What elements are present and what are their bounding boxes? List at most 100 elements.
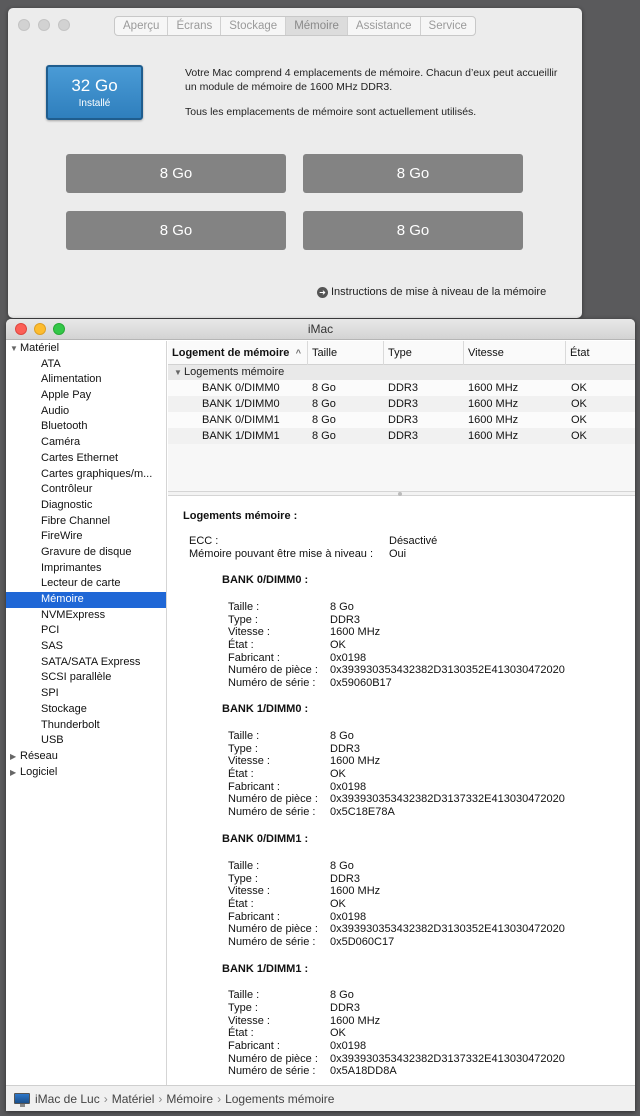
bank-heading: BANK 1/DIMM0 : xyxy=(222,703,309,715)
disclosure-open-icon[interactable]: ▼ xyxy=(174,365,184,380)
field-value: OK xyxy=(330,639,346,651)
memory-slot: 8 Go xyxy=(303,211,523,250)
minimize-button[interactable] xyxy=(34,323,46,335)
field-label: État : xyxy=(228,1027,254,1039)
sidebar-category-logiciel[interactable]: ▶ Logiciel xyxy=(6,765,166,781)
sidebar-item-firewire[interactable]: FireWire xyxy=(6,529,166,545)
bank-heading: BANK 0/DIMM1 : xyxy=(222,833,309,845)
field-label: Taille : xyxy=(228,730,260,742)
sidebar-item-sas[interactable]: SAS xyxy=(6,639,166,655)
detail-pane: Logements mémoire : ECC : Désactivé Mémo… xyxy=(168,497,635,1085)
zoom-button[interactable] xyxy=(53,323,65,335)
sidebar-item-scsi-parallele[interactable]: SCSI parallèle xyxy=(6,670,166,686)
zoom-button[interactable] xyxy=(58,19,70,31)
sidebar-item-imprimantes[interactable]: Imprimantes xyxy=(6,561,166,577)
sidebar-category-reseau[interactable]: ▶ Réseau xyxy=(6,749,166,765)
system-information-window: iMac ▼ Matériel ATA Alimentation Apple Pa… xyxy=(6,319,635,1111)
sidebar-item-fibre-channel[interactable]: Fibre Channel xyxy=(6,514,166,530)
sidebar-item-apple-pay[interactable]: Apple Pay xyxy=(6,388,166,404)
upgrade-link-label: Instructions de mise à niveau de la mémo… xyxy=(331,286,547,298)
sidebar-item-gravure-de-disque[interactable]: Gravure de disque xyxy=(6,545,166,561)
field-value: DDR3 xyxy=(330,1002,360,1014)
disclosure-open-icon[interactable]: ▼ xyxy=(10,341,20,357)
imac-icon xyxy=(14,1093,30,1107)
field-value: 8 Go xyxy=(330,730,354,742)
path-bar: iMac de Luc › Matériel › Mémoire › Logem… xyxy=(6,1085,635,1111)
about-this-mac-window: Aperçu Écrans Stockage Mémoire Assistanc… xyxy=(8,8,582,318)
sidebar-item-diagnostic[interactable]: Diagnostic xyxy=(6,498,166,514)
sidebar-item-sata[interactable]: SATA/SATA Express xyxy=(6,655,166,671)
tab-apercu[interactable]: Aperçu xyxy=(115,17,169,35)
tab-assistance[interactable]: Assistance xyxy=(348,17,421,35)
field-label: État : xyxy=(228,768,254,780)
field-value: 1600 MHz xyxy=(330,755,381,767)
disclosure-closed-icon[interactable]: ▶ xyxy=(10,749,20,765)
sidebar-category-materiel[interactable]: ▼ Matériel xyxy=(6,341,166,357)
column-header-taille[interactable]: Taille xyxy=(308,341,384,365)
column-header-logement[interactable]: Logement de mémoire ^ xyxy=(168,341,308,365)
close-button[interactable] xyxy=(15,323,27,335)
field-label: Vitesse : xyxy=(228,1015,270,1027)
sidebar-item-cartes-ethernet[interactable]: Cartes Ethernet xyxy=(6,451,166,467)
disclosure-closed-icon[interactable]: ▶ xyxy=(10,765,20,781)
field-value: 0x0198 xyxy=(330,781,367,793)
sidebar-item-pci[interactable]: PCI xyxy=(6,623,166,639)
field-label: Numéro de série : xyxy=(228,1065,316,1077)
field-label: Type : xyxy=(228,1002,258,1014)
description-usage: Tous les emplacements de mémoire sont ac… xyxy=(185,106,477,118)
tab-memoire[interactable]: Mémoire xyxy=(286,17,348,35)
sidebar-item-spi[interactable]: SPI xyxy=(6,686,166,702)
column-header-etat[interactable]: État xyxy=(566,341,635,365)
field-label: Numéro de série : xyxy=(228,677,316,689)
sidebar-item-stockage[interactable]: Stockage xyxy=(6,702,166,718)
tab-stockage[interactable]: Stockage xyxy=(221,17,287,35)
ecc-label: ECC : xyxy=(189,535,219,547)
sidebar-item-alimentation[interactable]: Alimentation xyxy=(6,372,166,388)
sidebar-item-ata[interactable]: ATA xyxy=(6,357,166,373)
field-label: Numéro de pièce : xyxy=(228,1053,318,1065)
tab-ecrans[interactable]: Écrans xyxy=(168,17,222,35)
path-item-materiel[interactable]: Matériel xyxy=(112,1086,155,1112)
memory-slot: 8 Go xyxy=(66,154,286,193)
field-label: Type : xyxy=(228,743,258,755)
path-item-logements[interactable]: Logements mémoire xyxy=(225,1086,334,1112)
sidebar-item-usb[interactable]: USB xyxy=(6,733,166,749)
field-value: 1600 MHz xyxy=(330,1015,381,1027)
detail-heading: Logements mémoire : xyxy=(183,510,298,522)
table-group-row[interactable]: ▼ Logements mémoire xyxy=(168,365,635,380)
field-value: 0x0198 xyxy=(330,652,367,664)
upgrade-instructions-link[interactable]: ➜ Instructions de mise à niveau de la mé… xyxy=(317,286,546,298)
bank-heading: BANK 1/DIMM1 : xyxy=(222,963,309,975)
table-row[interactable]: BANK 1/DIMM1 8 Go DDR3 1600 MHz OK xyxy=(168,428,635,444)
upgradeable-label: Mémoire pouvant être mise à niveau : xyxy=(189,548,374,560)
sidebar-item-nvmexpress[interactable]: NVMExpress xyxy=(6,608,166,624)
sidebar-item-thunderbolt[interactable]: Thunderbolt xyxy=(6,718,166,734)
sidebar-item-audio[interactable]: Audio xyxy=(6,404,166,420)
column-header-type[interactable]: Type xyxy=(384,341,464,365)
tab-service[interactable]: Service xyxy=(421,17,475,35)
path-item-memoire[interactable]: Mémoire xyxy=(166,1086,213,1112)
arrow-right-circle-icon: ➜ xyxy=(317,286,328,298)
path-item-computer[interactable]: iMac de Luc xyxy=(35,1086,100,1112)
field-label: Numéro de pièce : xyxy=(228,793,318,805)
sidebar-item-controleur[interactable]: Contrôleur xyxy=(6,482,166,498)
table-row[interactable]: BANK 0/DIMM1 8 Go DDR3 1600 MHz OK xyxy=(168,412,635,428)
close-button[interactable] xyxy=(18,19,30,31)
field-label: Vitesse : xyxy=(228,755,270,767)
sidebar-item-cartes-graphiques[interactable]: Cartes graphiques/m... xyxy=(6,467,166,483)
sidebar-item-camera[interactable]: Caméra xyxy=(6,435,166,451)
splitter-handle-icon[interactable] xyxy=(398,492,402,496)
table-row[interactable]: BANK 0/DIMM0 8 Go DDR3 1600 MHz OK xyxy=(168,380,635,396)
column-header-vitesse[interactable]: Vitesse xyxy=(464,341,566,365)
window-titlebar[interactable]: iMac xyxy=(6,319,635,340)
field-label: Numéro de pièce : xyxy=(228,923,318,935)
sidebar-item-bluetooth[interactable]: Bluetooth xyxy=(6,419,166,435)
sidebar-item-memoire[interactable]: Mémoire xyxy=(6,592,166,608)
ram-status: Installé xyxy=(78,98,111,109)
field-value: 0x393930353432382D3130352E413030472020 xyxy=(330,664,565,676)
sidebar-item-lecteur-de-carte[interactable]: Lecteur de carte xyxy=(6,576,166,592)
table-row[interactable]: BANK 1/DIMM0 8 Go DDR3 1600 MHz OK xyxy=(168,396,635,412)
minimize-button[interactable] xyxy=(38,19,50,31)
field-label: Fabricant : xyxy=(228,911,280,923)
pane-splitter[interactable] xyxy=(168,491,635,496)
